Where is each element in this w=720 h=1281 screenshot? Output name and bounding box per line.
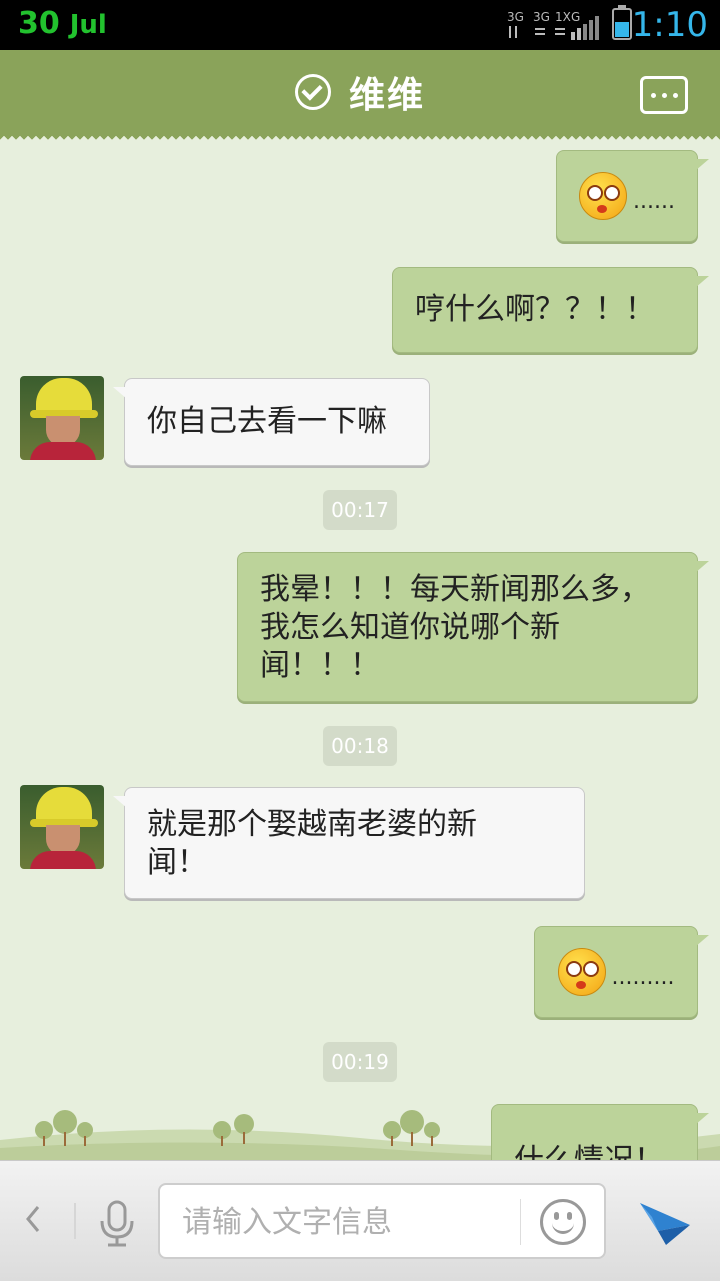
- dizzy-emoji-icon: [579, 172, 628, 220]
- more-icon: [650, 92, 656, 98]
- status-time: 1:10: [631, 5, 708, 45]
- message-text: 哼什么啊？？！！: [415, 292, 655, 327]
- message-bubble-incoming[interactable]: 就是那个娶越南老婆的新闻！: [113, 787, 585, 899]
- svg-text:3G: 3G: [507, 10, 524, 24]
- svg-text:3G: 3G: [533, 10, 550, 24]
- check-circle-icon: [294, 74, 331, 110]
- svg-text:1X: 1X: [555, 10, 571, 24]
- status-date-month: Jul: [69, 10, 107, 40]
- status-date-day: 30: [18, 6, 60, 41]
- message-bubble-outgoing[interactable]: 什么情况！: [491, 1104, 709, 1160]
- message-text: ......: [633, 189, 675, 214]
- message-timestamp: 00:18: [323, 726, 397, 766]
- battery-icon: [612, 5, 632, 40]
- emoji-button[interactable]: [540, 1199, 586, 1245]
- message-bubble-outgoing[interactable]: .........: [534, 926, 709, 1018]
- message-timestamp: 00:17: [323, 490, 397, 530]
- contact-avatar[interactable]: [20, 376, 104, 460]
- more-options-button[interactable]: [640, 76, 688, 114]
- back-button[interactable]: [22, 1201, 52, 1241]
- message-bubble-incoming[interactable]: 你自己去看一下嘛: [113, 378, 430, 466]
- message-text: 就是那个娶越南老婆的新闻！: [147, 807, 477, 880]
- smiley-icon: [552, 1220, 574, 1234]
- message-text: .........: [611, 965, 675, 990]
- contact-avatar[interactable]: [20, 785, 104, 869]
- send-icon: [640, 1203, 690, 1245]
- send-button[interactable]: [636, 1197, 694, 1249]
- surprised-emoji-icon: [557, 948, 606, 996]
- chevron-left-icon: [26, 1206, 40, 1232]
- input-bar: [0, 1160, 720, 1281]
- message-timestamp: 00:19: [323, 1042, 397, 1082]
- message-text: 什么情况！: [514, 1142, 664, 1160]
- chat-message-list[interactable]: ...... 哼什么啊？？！！ 你自己去看一下嘛 00:17 我晕！！！每天新闻…: [0, 142, 720, 1160]
- message-text: 你自己去看一下嘛: [147, 404, 387, 439]
- message-bubble-outgoing[interactable]: ......: [556, 150, 709, 242]
- message-input-box[interactable]: [158, 1183, 606, 1259]
- message-input[interactable]: [180, 1197, 504, 1247]
- voice-input-button[interactable]: [96, 1199, 138, 1249]
- chat-header: 维维: [0, 50, 720, 142]
- status-date: 30 Jul: [18, 6, 107, 41]
- message-bubble-outgoing[interactable]: 我晕！！！每天新闻那么多，我怎么知道你说哪个新闻！！！: [237, 552, 709, 702]
- message-text: 我晕！！！每天新闻那么多，我怎么知道你说哪个新闻！！！: [260, 572, 650, 683]
- microphone-icon: [100, 1200, 134, 1247]
- status-bar: 30 Jul 3G 3G 1X G 1:10: [0, 0, 720, 50]
- svg-text:G: G: [571, 10, 580, 24]
- contact-name: 维维: [348, 75, 425, 116]
- message-bubble-outgoing[interactable]: 哼什么啊？？！！: [392, 267, 709, 353]
- network-signal-icon: 3G 3G 1X G: [507, 10, 599, 40]
